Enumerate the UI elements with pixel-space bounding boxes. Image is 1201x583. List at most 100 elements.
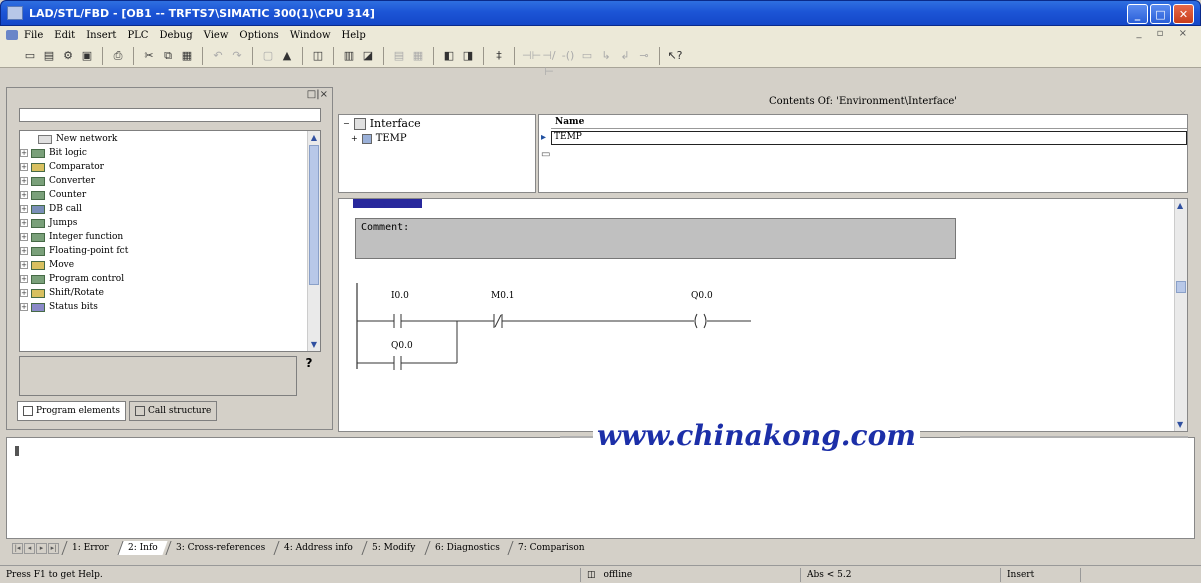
mdi-window-controls[interactable]: _ ▫ ×: [1136, 28, 1193, 39]
tree-item-counter[interactable]: + Counter: [20, 189, 86, 201]
cut-icon[interactable]: ✂: [141, 48, 157, 64]
paste-icon[interactable]: ▦: [179, 48, 195, 64]
column-header-name[interactable]: Name: [551, 117, 1187, 129]
expand-icon[interactable]: +: [20, 219, 28, 227]
ladder-editor[interactable]: Network 1 : Title: Comment: I0.0 M0.1 Q0…: [338, 198, 1188, 432]
wire-icon[interactable]: ⊸: [636, 48, 652, 64]
print-icon[interactable]: ⎙: [110, 48, 126, 64]
scroll-thumb[interactable]: [309, 145, 319, 285]
help-pointer-icon[interactable]: ↖?: [667, 48, 683, 64]
download-icon[interactable]: ▲: [279, 48, 295, 64]
editor-scrollbar[interactable]: ▲ ▼: [1174, 199, 1187, 431]
expand-icon[interactable]: +: [20, 275, 28, 283]
last-tab-icon[interactable]: ▸|: [48, 542, 59, 554]
redo-icon[interactable]: ↷: [229, 48, 245, 64]
tree-item-new-network[interactable]: New network: [20, 133, 117, 145]
expand-icon[interactable]: +: [20, 303, 28, 311]
tab-cross-references[interactable]: 3: Cross-references: [165, 541, 276, 555]
network-icon[interactable]: ▤: [391, 48, 407, 64]
tree-item-program-control[interactable]: + Program control: [20, 273, 124, 285]
menu-options[interactable]: Options: [239, 30, 278, 41]
network-comment[interactable]: Comment:: [355, 218, 956, 259]
tree-item-db-call[interactable]: + DB call: [20, 203, 82, 215]
tree-item-integer-function[interactable]: + Integer function: [20, 231, 123, 243]
menu-window[interactable]: Window: [290, 30, 331, 41]
expand-icon[interactable]: +: [20, 177, 28, 185]
tree-item-status-bits[interactable]: + Status bits: [20, 301, 98, 313]
maximize-button[interactable]: □: [1150, 4, 1171, 24]
tab-program-elements[interactable]: Program elements: [17, 401, 127, 421]
next-tab-icon[interactable]: ▸: [36, 542, 47, 554]
contact-address-label[interactable]: M0.1: [491, 291, 515, 301]
scroll-up-icon[interactable]: ▲: [1177, 201, 1183, 210]
empty-box-icon[interactable]: ▭: [579, 48, 595, 64]
tab-comparison[interactable]: 7: Comparison: [507, 541, 595, 555]
menu-insert[interactable]: Insert: [86, 30, 116, 41]
copy-icon[interactable]: ⧉: [160, 48, 176, 64]
first-tab-icon[interactable]: |◂: [12, 542, 23, 554]
accessible-nodes-icon[interactable]: ⚙: [60, 48, 76, 64]
menu-edit[interactable]: Edit: [54, 30, 75, 41]
document-icon[interactable]: [6, 30, 18, 40]
ladder-view-icon[interactable]: ◧: [441, 48, 457, 64]
expand-icon[interactable]: +: [20, 233, 28, 241]
coil-icon[interactable]: -(): [560, 48, 576, 64]
scroll-thumb[interactable]: [1176, 281, 1186, 293]
contact-address-label[interactable]: I0.0: [391, 291, 409, 301]
monitor-icon[interactable]: ◫: [310, 48, 326, 64]
scroll-up-icon[interactable]: ▲: [309, 132, 319, 143]
no-contact-icon[interactable]: ⊣⊢: [522, 48, 541, 64]
prev-tab-icon[interactable]: ◂: [24, 542, 35, 554]
catalog-scrollbar[interactable]: ▲ ▼: [307, 131, 320, 351]
ladder-network[interactable]: [339, 259, 839, 432]
catalog-filter-field[interactable]: [19, 108, 321, 122]
symbol-icon[interactable]: ◪: [360, 48, 376, 64]
tree-item-floating-point[interactable]: + Floating-point fct: [20, 245, 128, 257]
tab-diagnostics[interactable]: 6: Diagnostics: [424, 541, 509, 555]
scroll-down-icon[interactable]: ▼: [309, 339, 319, 350]
contact-address-label[interactable]: Q0.0: [391, 341, 413, 351]
expand-icon[interactable]: +: [20, 247, 28, 255]
open-branch-icon[interactable]: ↳: [598, 48, 614, 64]
tree-item-shift-rotate[interactable]: + Shift/Rotate: [20, 287, 104, 299]
tree-item-temp[interactable]: + TEMP: [351, 133, 407, 144]
tree-item-jumps[interactable]: + Jumps: [20, 217, 77, 229]
open-icon[interactable]: ▤: [41, 48, 57, 64]
new-icon[interactable]: ▭: [22, 48, 38, 64]
panel-close-icon[interactable]: □|×: [307, 89, 328, 100]
address-icon[interactable]: ‡: [491, 48, 507, 64]
tab-call-structure[interactable]: Call structure: [129, 401, 218, 421]
close-button[interactable]: ✕: [1173, 4, 1194, 24]
expand-icon[interactable]: +: [20, 289, 28, 297]
menu-help[interactable]: Help: [342, 30, 366, 41]
tree-item-interface[interactable]: − Interface: [343, 117, 421, 130]
minimize-button[interactable]: _: [1127, 4, 1148, 24]
tab-modify[interactable]: 5: Modify: [361, 541, 426, 555]
tab-address-info[interactable]: 4: Address info: [273, 541, 363, 555]
tab-error[interactable]: 1: Error: [61, 541, 119, 555]
scroll-down-icon[interactable]: ▼: [1177, 420, 1183, 429]
fbd-view-icon[interactable]: ◨: [460, 48, 476, 64]
expand-icon[interactable]: +: [20, 261, 28, 269]
close-branch-icon[interactable]: ↲: [617, 48, 633, 64]
expand-icon[interactable]: +: [20, 205, 28, 213]
undo-icon[interactable]: ↶: [210, 48, 226, 64]
tree-item-bit-logic[interactable]: + Bit logic: [20, 147, 87, 159]
network-new-icon[interactable]: ▦: [410, 48, 426, 64]
coil-address-label[interactable]: Q0.0: [691, 291, 713, 301]
menu-debug[interactable]: Debug: [159, 30, 192, 41]
save-icon[interactable]: ▣: [79, 48, 95, 64]
expand-icon[interactable]: +: [20, 163, 28, 171]
tab-info[interactable]: 2: Info: [116, 541, 167, 555]
tree-item-comparator[interactable]: + Comparator: [20, 161, 104, 173]
menu-plc[interactable]: PLC: [127, 30, 148, 41]
menu-file[interactable]: File: [24, 30, 43, 41]
table-row[interactable]: TEMP: [551, 131, 1187, 145]
tree-item-move[interactable]: + Move: [20, 259, 74, 271]
overview-icon[interactable]: ▥: [341, 48, 357, 64]
nc-contact-icon[interactable]: ⊣/⊢: [541, 48, 557, 78]
help-icon[interactable]: ?: [300, 356, 318, 376]
offline-icon[interactable]: ▢: [260, 48, 276, 64]
expand-icon[interactable]: +: [20, 191, 28, 199]
expand-icon[interactable]: +: [20, 149, 28, 157]
